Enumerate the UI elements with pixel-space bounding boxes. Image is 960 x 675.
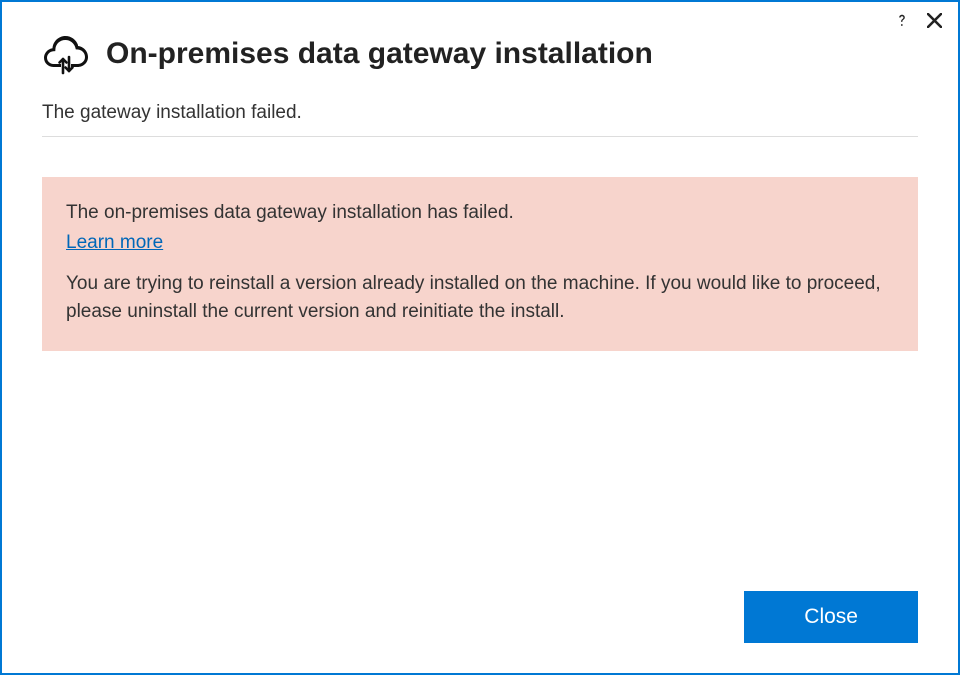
error-panel: The on-premises data gateway installatio…: [42, 177, 918, 351]
close-button[interactable]: Close: [744, 591, 918, 643]
content-area: The on-premises data gateway installatio…: [2, 137, 958, 591]
installer-window: On-premises data gateway installation Th…: [0, 0, 960, 675]
cloud-gateway-icon: [42, 32, 90, 76]
help-button[interactable]: [892, 12, 912, 32]
footer: Close: [2, 591, 958, 673]
error-heading: The on-premises data gateway installatio…: [66, 199, 894, 227]
close-window-button[interactable]: [924, 12, 944, 32]
close-icon: [927, 12, 942, 33]
status-message: The gateway installation failed.: [42, 96, 918, 137]
titlebar-controls: [892, 12, 944, 32]
learn-more-link[interactable]: Learn more: [66, 232, 163, 253]
error-detail: You are trying to reinstall a version al…: [66, 270, 894, 325]
help-icon: [894, 12, 910, 33]
page-title: On-premises data gateway installation: [106, 37, 653, 71]
header: On-premises data gateway installation: [2, 2, 958, 96]
